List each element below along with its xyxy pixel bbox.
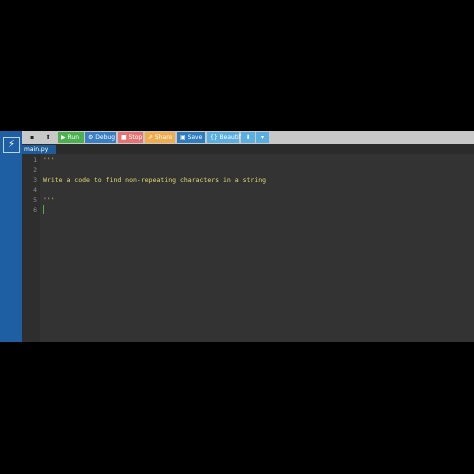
code-editor[interactable]: 1 2 3 4 5 6 ''' Write a code to find non…	[22, 154, 474, 342]
text-cursor	[43, 205, 44, 214]
file-icon[interactable]: ▪	[25, 132, 39, 143]
run-button[interactable]: ▶ Run	[58, 132, 84, 143]
code-line[interactable]: Write a code to find non-repeating chara…	[43, 175, 266, 185]
save-button[interactable]: ▣ Save	[177, 132, 205, 143]
line-number: 3	[33, 176, 37, 184]
stop-button[interactable]: ■ Stop	[118, 132, 143, 143]
code-line[interactable]: '''	[43, 195, 55, 205]
file-tabs: main.py	[22, 145, 474, 154]
toolbar: ▪ ⬆ ▶ Run ⚙ Debug ■ Stop ⇗ Share ▣ Save …	[22, 131, 474, 144]
debug-button[interactable]: ⚙ Debug	[85, 132, 116, 143]
share-button[interactable]: ⇗ Share	[145, 132, 175, 143]
line-number-gutter: 1 2 3 4 5 6	[22, 154, 40, 342]
tab-main-py[interactable]: main.py	[22, 145, 56, 154]
download-dropdown[interactable]: ▾	[256, 132, 269, 143]
upload-icon[interactable]: ⬆	[41, 132, 55, 143]
lightning-icon[interactable]: ⚡	[3, 137, 20, 153]
line-number: 4	[33, 186, 37, 194]
sidebar: ⚡	[0, 131, 22, 342]
code-line[interactable]: '''	[43, 155, 55, 165]
beautify-button[interactable]: {} Beautify	[207, 132, 244, 143]
line-number: 5	[33, 196, 37, 204]
line-number: 1	[33, 156, 37, 164]
line-number: 2	[33, 166, 37, 174]
online-ide: ⚡ ▪ ⬆ ▶ Run ⚙ Debug ■ Stop ⇗ Share ▣ Sav…	[0, 131, 474, 342]
download-button[interactable]: ⬇	[241, 132, 255, 143]
line-number: 6	[33, 206, 37, 214]
